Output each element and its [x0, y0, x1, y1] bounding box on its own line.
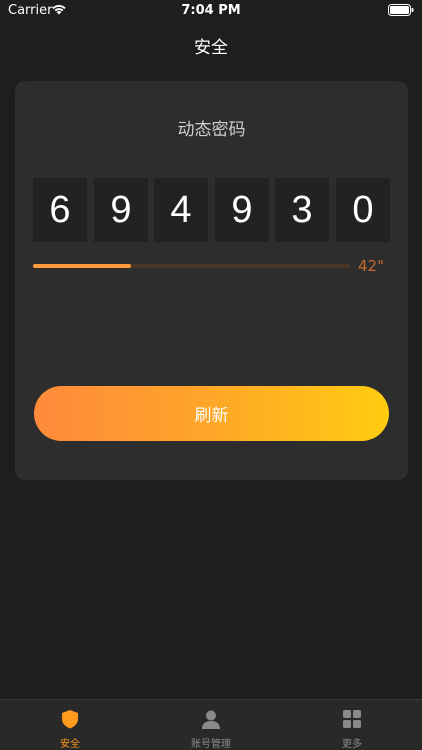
tab-label: 更多: [342, 739, 362, 750]
otp-digit: 4: [154, 178, 208, 242]
countdown-progress-bar: [33, 264, 350, 268]
otp-card: 动态密码 6 9 4 9 3 0 42" 刷新: [15, 81, 408, 480]
countdown-seconds: 42": [358, 257, 384, 275]
tab-label: 安全: [60, 739, 80, 750]
tab-account-management[interactable]: 账号管理: [141, 700, 281, 750]
battery-icon: [388, 4, 414, 16]
tab-more[interactable]: 更多: [282, 700, 422, 750]
countdown-progress-fill: [33, 264, 132, 268]
person-icon: [202, 710, 220, 729]
screen: Carrier 7:04 PM 安全 动态密码 6 9 4 9 3 0 42" …: [0, 0, 422, 750]
otp-digit: 3: [275, 178, 329, 242]
card-title: 动态密码: [177, 120, 246, 140]
tab-bar: 安全 账号管理 更多: [0, 699, 422, 750]
otp-digit: 6: [33, 178, 87, 242]
status-time: 7:04 PM: [181, 3, 241, 18]
otp-digit: 9: [94, 178, 148, 242]
tab-label: 账号管理: [191, 739, 231, 750]
otp-digit: 9: [215, 178, 269, 242]
refresh-button[interactable]: 刷新: [34, 386, 389, 441]
page-title: 安全: [194, 38, 228, 58]
shield-icon: [62, 710, 78, 729]
grid-icon: [343, 710, 361, 728]
tab-security[interactable]: 安全: [0, 700, 140, 750]
status-bar: Carrier 7:04 PM: [0, 0, 422, 22]
otp-digit: 0: [336, 178, 390, 242]
otp-digits: 6 9 4 9 3 0: [33, 178, 390, 242]
